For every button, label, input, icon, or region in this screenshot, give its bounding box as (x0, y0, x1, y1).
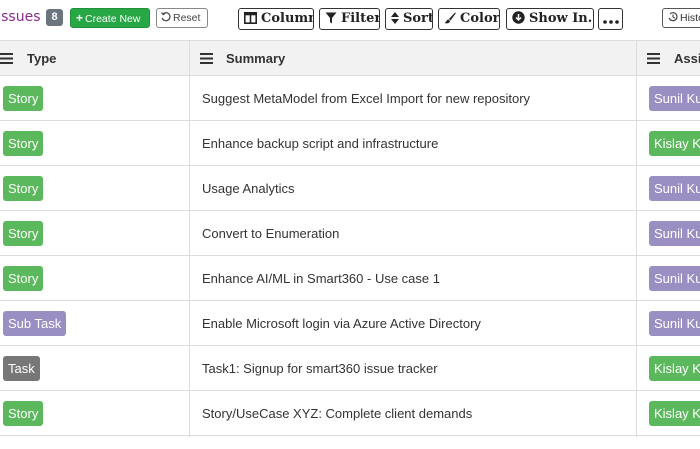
summary-cell[interactable]: Enhance backup script and infrastructure (190, 121, 636, 165)
type-cell: Story (0, 211, 189, 255)
table-row[interactable]: Story Story/UseCase XYZ: Complete client … (0, 391, 700, 436)
type-cell: Story (0, 121, 189, 165)
create-new-label: Create New (85, 13, 141, 25)
summary-cell[interactable]: Usage Analytics (190, 166, 636, 210)
download-circle-icon (512, 11, 525, 24)
sort-label: Sort (403, 11, 433, 26)
history-button[interactable]: Histo (662, 8, 700, 28)
type-badge[interactable]: Sub Task (3, 311, 67, 336)
assignee-badge[interactable]: Sunil Ku (649, 311, 700, 336)
column-header-type[interactable]: Type (0, 41, 189, 76)
column-header-summary[interactable]: Summary (190, 41, 636, 76)
table-row[interactable]: Task Task1: Signup for smart360 issue tra… (0, 346, 700, 391)
assignee-badge[interactable]: Sunil Ku (649, 176, 700, 201)
reset-icon (161, 12, 171, 22)
assignee-badge[interactable]: Sunil Ku (649, 221, 700, 246)
column-button[interactable]: Column (238, 8, 314, 30)
table-row[interactable]: Story Convert to Enumeration Sunil Ku (0, 211, 700, 256)
assignee-cell: Sunil Ku (637, 166, 700, 210)
filter-button[interactable]: Filter (319, 8, 380, 30)
assignee-badge[interactable]: Sunil Ku (649, 266, 700, 291)
table-row[interactable]: Story Usage Analytics Sunil Ku (0, 166, 700, 211)
table-row[interactable]: Story Enhance AI/ML in Smart360 - Use cas… (0, 256, 700, 301)
history-icon (668, 12, 678, 22)
summary-text[interactable]: Story/UseCase XYZ: Complete client deman… (202, 391, 472, 435)
table-row[interactable]: Story Enhance backup script and infrastru… (0, 121, 700, 166)
type-cell: Story (0, 166, 189, 210)
page-title: Issues (0, 9, 41, 25)
history-label: Histo (680, 12, 700, 24)
more-icon (602, 20, 619, 24)
column-header-label: Assi (674, 51, 700, 66)
type-badge[interactable]: Story (3, 401, 44, 426)
table-row[interactable]: Story Suggest MetaModel from Excel Import… (0, 76, 700, 121)
menu-icon[interactable] (0, 53, 13, 64)
toolbar: Issues 8 + Create New Reset Column Filter… (0, 0, 700, 37)
summary-text[interactable]: Task1: Signup for smart360 issue tracker (202, 346, 438, 390)
assignee-badge[interactable]: Kislay K (649, 356, 700, 381)
assignee-cell: Sunil Ku (637, 76, 700, 120)
issue-count-badge: 8 (46, 9, 63, 26)
summary-cell[interactable]: Enhance AI/ML in Smart360 - Use case 1 (190, 256, 636, 300)
menu-icon[interactable] (200, 53, 213, 64)
sort-button[interactable]: Sort (385, 8, 433, 30)
summary-cell[interactable]: Suggest MetaModel from Excel Import for … (190, 76, 636, 120)
type-cell: Story (0, 256, 189, 300)
color-button[interactable]: Color (438, 8, 500, 30)
sort-icon (391, 12, 399, 24)
summary-text[interactable]: Suggest MetaModel from Excel Import for … (202, 76, 530, 120)
assignee-cell: Kislay K (637, 121, 700, 165)
more-button[interactable] (598, 8, 623, 30)
type-badge[interactable]: Task (3, 356, 40, 381)
type-badge[interactable]: Story (3, 176, 44, 201)
menu-icon[interactable] (647, 53, 660, 64)
type-badge[interactable]: Story (3, 221, 44, 246)
type-badge[interactable]: Story (3, 266, 44, 291)
type-cell: Task (0, 346, 189, 390)
column-divider (189, 40, 190, 437)
table-row[interactable]: Sub Task Enable Microsoft login via Azure… (0, 301, 700, 346)
assignee-cell: Sunil Ku (637, 211, 700, 255)
show-in-label: Show In... (529, 11, 593, 26)
assignee-cell: Kislay K (637, 391, 700, 435)
summary-cell[interactable]: Enable Microsoft login via Azure Active … (190, 301, 636, 345)
reset-button[interactable]: Reset (156, 8, 208, 28)
summary-text[interactable]: Enable Microsoft login via Azure Active … (202, 301, 481, 345)
show-in-button[interactable]: Show In... (506, 8, 594, 30)
filter-icon (325, 12, 337, 24)
assignee-badge[interactable]: Kislay K (649, 401, 700, 426)
issues-table: Type Summary Assi Story Suggest MetaModel… (0, 40, 700, 437)
assignee-badge[interactable]: Sunil Ku (649, 86, 700, 111)
table-body: Story Suggest MetaModel from Excel Import… (0, 76, 700, 436)
reset-label: Reset (173, 12, 201, 24)
column-label: Column (261, 11, 314, 26)
summary-text[interactable]: Enhance AI/ML in Smart360 - Use case 1 (202, 256, 440, 300)
paint-brush-icon (444, 12, 456, 24)
summary-text[interactable]: Enhance backup script and infrastructure (202, 121, 438, 165)
summary-cell[interactable]: Story/UseCase XYZ: Complete client deman… (190, 391, 636, 435)
type-cell: Sub Task (0, 301, 189, 345)
assignee-cell: Kislay K (637, 346, 700, 390)
color-label: Color (460, 11, 500, 26)
type-cell: Story (0, 391, 189, 435)
assignee-badge[interactable]: Kislay K (649, 131, 700, 156)
filter-label: Filter (341, 11, 380, 26)
plus-icon: + (76, 11, 84, 25)
summary-cell[interactable]: Task1: Signup for smart360 issue tracker (190, 346, 636, 390)
assignee-cell: Sunil Ku (637, 256, 700, 300)
column-divider (636, 40, 637, 437)
type-badge[interactable]: Story (3, 131, 44, 156)
type-cell: Story (0, 76, 189, 120)
column-header-assignee[interactable]: Assi (637, 41, 700, 76)
summary-cell[interactable]: Convert to Enumeration (190, 211, 636, 255)
summary-text[interactable]: Convert to Enumeration (202, 211, 339, 255)
type-badge[interactable]: Story (3, 86, 44, 111)
column-icon (244, 12, 257, 24)
summary-text[interactable]: Usage Analytics (202, 166, 295, 210)
assignee-cell: Sunil Ku (637, 301, 700, 345)
column-header-label: Type (27, 51, 57, 66)
create-new-button[interactable]: + Create New (70, 8, 150, 28)
column-header-label: Summary (226, 51, 286, 66)
table-header: Type Summary Assi (0, 40, 700, 76)
